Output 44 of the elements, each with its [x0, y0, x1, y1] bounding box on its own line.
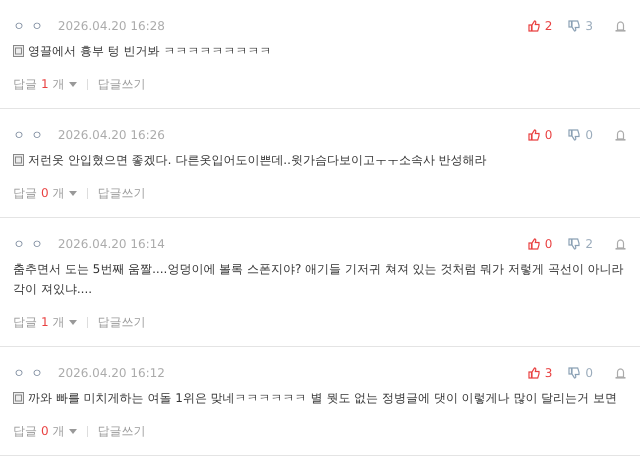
comment-date: 2026.04.20 16:14 [58, 237, 165, 251]
author-name: ㅇ ㅇ [13, 364, 44, 382]
author-name: ㅇ ㅇ [13, 126, 44, 144]
siren-icon[interactable] [615, 238, 626, 250]
comment-date: 2026.04.20 16:26 [58, 128, 165, 142]
siren-icon[interactable] [615, 368, 626, 378]
thumbs-down-icon[interactable] [568, 238, 580, 250]
caret-icon[interactable] [68, 82, 77, 86]
thumbs-down-icon[interactable] [568, 129, 580, 141]
comment-date: 2026.04.20 16:12 [58, 366, 165, 380]
thumbs-up-icon[interactable] [528, 20, 540, 32]
reply-toggle[interactable]: 답글 0 개 [13, 184, 65, 202]
caret-icon[interactable] [68, 428, 77, 434]
caret-icon[interactable] [68, 190, 77, 196]
thumbs-down-icon[interactable] [568, 20, 580, 32]
thumbs-down-icon[interactable] [568, 367, 580, 379]
author-name: ㅇ ㅇ [13, 236, 44, 252]
dislike-count: 0 [585, 366, 593, 380]
caret-icon[interactable] [68, 320, 77, 324]
comment-text: 춤추면서 도는 5번째 움짤....엉덩이에 볼록 스폰지야? 애기들 기저귀 쳐져 있는 것처럼 뭐가 저렇게 곡선이 아니라 각이 져있냐.... [13, 261, 625, 298]
like-count: 3 [544, 366, 552, 380]
thumbs-up-icon[interactable] [528, 367, 540, 379]
comment-text: 영끌에서 흉부 텅 빈거봐 ㅋㅋㅋㅋㅋㅋㅋㅋㅋ [28, 43, 272, 60]
reply-toggle[interactable]: 답글 1 개 [13, 314, 65, 330]
thumbs-up-icon[interactable] [528, 129, 540, 141]
reply-toggle[interactable]: 답글 1 개 [13, 76, 65, 92]
siren-icon[interactable] [615, 130, 626, 140]
siren-icon[interactable] [615, 20, 626, 32]
dislike-count: 3 [585, 19, 593, 33]
write-reply-button[interactable]: 답글쓰기 [98, 76, 146, 92]
like-count: 0 [544, 128, 552, 142]
dislike-count: 2 [585, 237, 593, 251]
comment-date: 2026.04.20 16:28 [58, 19, 165, 33]
write-reply-button[interactable]: 답글쓰기 [98, 422, 146, 440]
like-count: 2 [544, 19, 552, 33]
thumbs-up-icon[interactable] [528, 238, 540, 250]
write-reply-button[interactable]: 답글쓰기 [98, 314, 146, 330]
reply-toggle[interactable]: 답글 0 개 [13, 422, 65, 440]
like-count: 0 [544, 237, 552, 251]
comment-text: 저런옷 안입혔으면 좋겠다. 다른옷입어도이쁜데..윗가슴다보이고ㅜㅜ소속사 반성해라 [28, 152, 488, 169]
comment-text: 까와 빠를 미치게하는 여돌 1위은 맞네ㅋㅋㅋㅋㅋㅋ 별 뭣도 없는 정병글에 댓이 이렇게나 많이 달리는거 보면 [28, 390, 618, 407]
write-reply-button[interactable]: 답글쓰기 [98, 184, 146, 202]
author-name: ㅇ ㅇ [13, 18, 44, 34]
dislike-count: 0 [585, 128, 593, 142]
